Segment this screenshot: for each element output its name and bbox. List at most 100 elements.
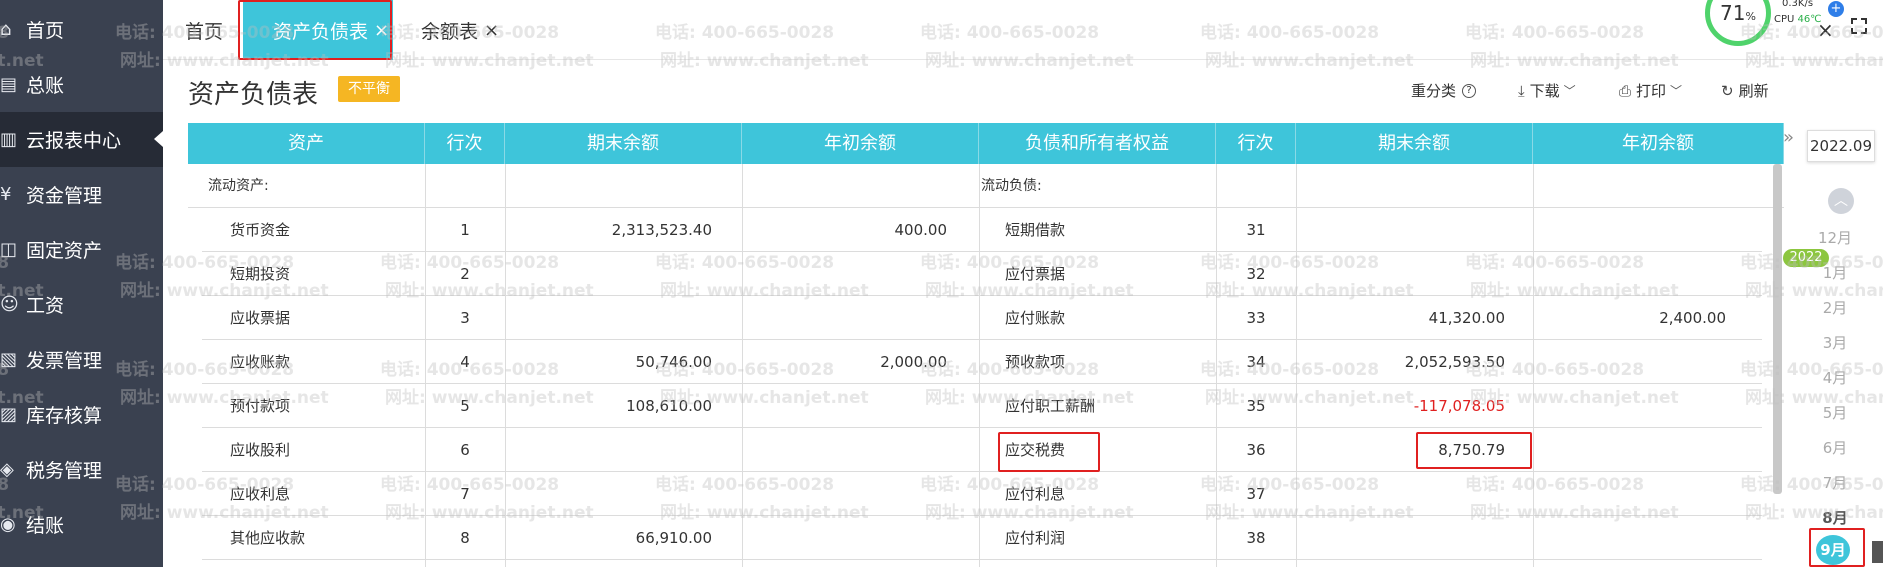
close-icon[interactable]: ×: [484, 20, 499, 41]
table-cell-liab: 预收款项: [1005, 353, 1066, 371]
table-cell-l-line: 31: [1246, 221, 1266, 239]
sidebar-item-salary[interactable]: ☺ 工资: [0, 277, 163, 332]
sidebar-item-closing[interactable]: ◉ 结账: [0, 497, 163, 552]
sidebar-item-report-center[interactable]: ▥ 云报表中心: [0, 112, 163, 167]
column-header: 期末余额: [1296, 123, 1533, 164]
download-label: 下载: [1529, 82, 1560, 100]
table-cell-a-begin: [742, 516, 979, 560]
sidebar-item-funds[interactable]: ¥ 资金管理: [0, 167, 163, 222]
table-cell-asset: 应收账款: [230, 353, 291, 371]
table-cell-liab: 应交税费: [1005, 441, 1066, 459]
sidebar-item-label: 固定资产: [26, 240, 103, 262]
month-item[interactable]: 8月: [1787, 507, 1883, 528]
table-cell-l-end: [1296, 164, 1533, 208]
table-cell-asset: 短期投资: [230, 265, 291, 283]
month-item[interactable]: 6月: [1787, 437, 1883, 458]
column-header: 年初余额: [1533, 123, 1784, 164]
sidebar-item-label: 总账: [26, 75, 65, 97]
current-month[interactable]: 9月: [1816, 535, 1850, 565]
chevron-down-icon: ﹀: [1563, 84, 1576, 98]
close-icon[interactable]: ×: [374, 20, 389, 41]
table-cell-a-line: 5: [460, 397, 470, 415]
closing-icon: ◉: [0, 514, 16, 535]
net-speed: 0.3K/s: [1782, 0, 1814, 9]
funds-icon: ¥: [0, 184, 12, 205]
table-cell-liab: 短期借款: [1005, 221, 1066, 239]
month-item[interactable]: 4月: [1787, 367, 1883, 388]
table-header: 资产 行次 期末余额 年初余额 负债和所有者权益 行次 期末余额 年初余额: [188, 123, 1784, 164]
table-cell-asset: 货币资金: [230, 221, 291, 239]
table-cell-liab: 应付账款: [1005, 309, 1066, 327]
refresh-icon: ↻: [1721, 81, 1734, 100]
refresh-label: 刷新: [1738, 82, 1769, 100]
table-cell-a-end: 66,910.00: [635, 529, 712, 547]
close-window-icon[interactable]: ×: [1817, 18, 1834, 42]
table-cell-asset: 应收票据: [230, 309, 291, 327]
table-cell-a-begin: [742, 428, 979, 472]
sidebar-item-tax[interactable]: ◈ 税务管理: [0, 442, 163, 497]
scroll-up-icon[interactable]: ︿: [1828, 188, 1854, 214]
month-item[interactable]: 3月: [1787, 332, 1883, 353]
download-icon: ⤓: [1518, 81, 1525, 100]
table-cell-a-line: 8: [460, 529, 470, 547]
month-item[interactable]: 1月: [1787, 262, 1883, 283]
table-cell-a-line: 1: [460, 221, 470, 239]
table-cell-l-begin: [1533, 164, 1784, 208]
sidebar-item-label: 发票管理: [26, 350, 103, 372]
table-cell-a-end: [505, 252, 742, 296]
report-center-icon: ▥: [0, 129, 18, 150]
table-cell-a-end: [505, 296, 742, 340]
tab-balance-sheet[interactable]: 资产负债表 ×: [243, 0, 393, 60]
column-header: 年初余额: [742, 123, 979, 164]
balance-sheet-table: 流动资产: 流动负债: 货币资金 1 2,313,523.40 400.00 短期借款 31 短…: [188, 164, 1784, 567]
column-header: 负债和所有者权益: [979, 123, 1216, 164]
cpu-readout: CPU 46℃: [1774, 14, 1822, 25]
sidebar-item-fixed-assets[interactable]: ◫ 固定资产: [0, 222, 163, 277]
gauge-unit: %: [1745, 9, 1756, 23]
table-cell-a-begin: [742, 384, 979, 428]
month-item[interactable]: 5月: [1787, 402, 1883, 423]
plus-icon[interactable]: +: [1828, 1, 1844, 17]
month-item[interactable]: 7月: [1787, 472, 1883, 493]
sidebar-item-label: 首页: [26, 20, 65, 42]
tab-home-label: 首页: [185, 20, 224, 43]
reclassify-button[interactable]: 重分类?: [1411, 80, 1477, 101]
sidebar-item-label: 税务管理: [26, 460, 103, 482]
inventory-icon: ▨: [0, 404, 18, 425]
table-cell-l-end: 41,320.00: [1428, 309, 1505, 327]
table-cell-asset: 预付款项: [230, 397, 291, 415]
help-icon[interactable]: ?: [1462, 83, 1477, 98]
tab-balance-table[interactable]: 余额表 ×: [421, 0, 499, 60]
table-cell-asset: 流动资产:: [208, 178, 269, 194]
table-cell-l-end: -117,078.05: [1413, 397, 1505, 415]
table-cell-l-begin: [1533, 384, 1784, 428]
table-cell-liab: 应付职工薪酬: [1005, 397, 1096, 415]
sidebar-item-label: 结账: [26, 515, 65, 537]
print-icon: ⎙: [1619, 81, 1632, 100]
table-cell-l-line: 38: [1246, 529, 1266, 547]
fullscreen-icon[interactable]: [1851, 18, 1867, 34]
table-cell-a-end: 50,746.00: [635, 353, 712, 371]
month-item[interactable]: 2月: [1787, 297, 1883, 318]
tab-home[interactable]: 首页: [185, 0, 223, 60]
side-handle[interactable]: [1872, 541, 1883, 563]
table-scrollbar[interactable]: [1773, 164, 1782, 494]
current-period[interactable]: 2022.09: [1807, 130, 1875, 162]
refresh-button[interactable]: ↻ 刷新: [1721, 80, 1769, 101]
table-cell-a-begin: [742, 252, 979, 296]
download-button[interactable]: ⤓ 下载 ﹀: [1518, 80, 1576, 101]
month-item[interactable]: 12月: [1787, 227, 1883, 248]
status-badge: 不平衡: [338, 76, 400, 102]
invoice-icon: ▧: [0, 349, 18, 370]
fixed-assets-icon: ◫: [0, 239, 18, 260]
print-button[interactable]: ⎙ 打印 ﹀: [1619, 80, 1682, 101]
sidebar-item-invoice[interactable]: ▧ 发票管理: [0, 332, 163, 387]
expand-icon[interactable]: »: [1783, 127, 1794, 148]
table-cell-liab: 应付利润: [1005, 529, 1066, 547]
table-cell-l-end: [1296, 252, 1533, 296]
table-cell-a-line: 3: [460, 309, 470, 327]
sidebar-item-home[interactable]: ⌂ 首页: [0, 2, 163, 57]
sidebar-item-ledger[interactable]: ▤ 总账: [0, 57, 163, 112]
sidebar-item-inventory[interactable]: ▨ 库存核算: [0, 387, 163, 442]
table-cell-l-end: [1296, 472, 1533, 516]
